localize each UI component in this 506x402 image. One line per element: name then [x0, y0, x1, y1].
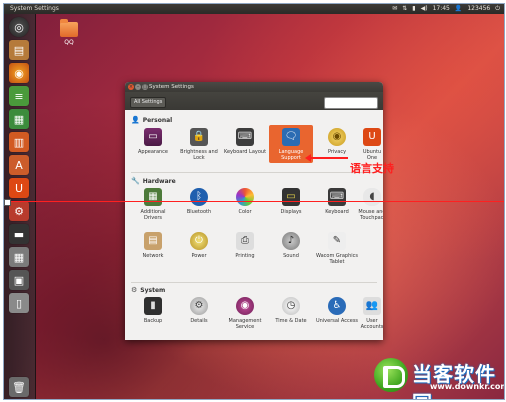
- item-additional-drivers[interactable]: ▦ Additional Drivers: [131, 188, 175, 221]
- wacom-tablet-icon: ✎: [328, 232, 346, 250]
- system-icon: ⚙: [131, 286, 138, 294]
- usb-drive-icon[interactable]: ▯: [9, 293, 29, 313]
- appearance-icon: ▭: [144, 128, 162, 146]
- red-guide-line: [4, 201, 504, 202]
- section-hardware-header: 🔧 Hardware: [131, 177, 176, 185]
- item-privacy[interactable]: ◉ Privacy: [315, 128, 359, 155]
- item-universal-access[interactable]: ♿ Universal Access: [315, 297, 359, 324]
- all-settings-button[interactable]: All Settings: [130, 97, 167, 108]
- item-keyboard-layout[interactable]: ⌨ Keyboard Layout: [223, 128, 267, 155]
- displays-icon: ▭: [282, 188, 300, 206]
- window-toolbar: All Settings: [125, 92, 383, 110]
- folder-icon: [60, 19, 78, 37]
- trash-icon[interactable]: 🗑: [9, 377, 29, 397]
- item-mouse-touchpad[interactable]: ◖ Mouse and Touchpad: [357, 188, 383, 221]
- item-printing[interactable]: ⎙ Printing: [223, 232, 267, 259]
- item-time-date[interactable]: ◷ Time & Date: [269, 297, 313, 324]
- wrench-icon: 🔧: [131, 177, 140, 185]
- software-center-icon[interactable]: A: [9, 155, 29, 175]
- keyboard-layout-icon: ⌨: [236, 128, 254, 146]
- network-icon[interactable]: ⇅: [402, 4, 407, 14]
- section-personal-header: 👤 Personal: [131, 116, 172, 124]
- item-brightness-lock[interactable]: 🔒 Brightness and Lock: [177, 128, 221, 161]
- launcher: ◎ ▤ ◉ ≡ ▦ ▥ A U ⚙ ▬ ▦ ▣ ▯ 🗑: [4, 14, 36, 399]
- accessibility-icon: ♿: [328, 297, 346, 315]
- item-ubuntu-one[interactable]: U Ubuntu One: [357, 128, 383, 161]
- username[interactable]: 123456: [467, 4, 490, 14]
- person-icon: 👤: [131, 116, 140, 124]
- window-titlebar[interactable]: × – □ System Settings: [125, 82, 383, 92]
- item-management-service[interactable]: ◉ Management Service: [223, 297, 267, 330]
- calc-icon[interactable]: ▦: [9, 109, 29, 129]
- desktop-screen: System Settings ✉ ⇅ ▮ ◀) 17:45 👤 123456 …: [3, 3, 505, 400]
- sound-icon: ♪: [282, 232, 300, 250]
- watermark-name: 当客软件园: [412, 362, 496, 399]
- minimize-icon[interactable]: –: [135, 84, 141, 90]
- keyboard-icon: ⌨: [328, 188, 346, 206]
- drivers-icon: ▦: [144, 188, 162, 206]
- dash-home-icon[interactable]: ◎: [9, 17, 29, 37]
- bluetooth-icon: ᛒ: [190, 188, 208, 206]
- close-icon[interactable]: ×: [128, 84, 134, 90]
- item-appearance[interactable]: ▭ Appearance: [131, 128, 175, 155]
- backup-icon: ▮: [144, 297, 162, 315]
- system-settings-icon[interactable]: ⚙: [9, 201, 29, 221]
- workspace-switcher-icon[interactable]: ▣: [9, 270, 29, 290]
- desktop-folder[interactable]: QQ: [58, 19, 80, 46]
- top-panel: System Settings ✉ ⇅ ▮ ◀) 17:45 👤 123456 …: [4, 4, 504, 14]
- clock[interactable]: 17:45: [433, 4, 450, 14]
- clock-icon: ◷: [282, 297, 300, 315]
- search-input[interactable]: [324, 97, 378, 109]
- lock-icon: 🔒: [190, 128, 208, 146]
- system-tray: ✉ ⇅ ▮ ◀) 17:45 👤 123456 ⏻: [392, 4, 500, 14]
- item-sound[interactable]: ♪ Sound: [269, 232, 313, 259]
- watermark: 当客软件园 www.downkr.com: [374, 356, 505, 399]
- item-wacom-tablet[interactable]: ✎ Wacom Graphics Tablet: [315, 232, 359, 265]
- files-icon[interactable]: ▤: [9, 40, 29, 60]
- network-icon: ▤: [144, 232, 162, 250]
- management-service-icon: ◉: [236, 297, 254, 315]
- power-icon: ⏻: [190, 232, 208, 250]
- item-network[interactable]: ▤ Network: [131, 232, 175, 259]
- power-icon[interactable]: ⏻: [495, 4, 500, 14]
- envelope-icon[interactable]: ✉: [392, 4, 397, 14]
- impress-icon[interactable]: ▥: [9, 132, 29, 152]
- watermark-logo-icon: [374, 358, 408, 392]
- ubuntu-one-icon[interactable]: U: [9, 178, 29, 198]
- annotation-arrow: [305, 154, 348, 162]
- printer-icon: ⎙: [236, 232, 254, 250]
- mouse-icon: ◖: [363, 188, 381, 206]
- color-icon: [236, 188, 254, 206]
- window-title: System Settings: [149, 84, 194, 90]
- privacy-icon: ◉: [328, 128, 346, 146]
- firefox-icon[interactable]: ◉: [9, 63, 29, 83]
- terminal-icon[interactable]: ▬: [9, 224, 29, 244]
- system-settings-window: × – □ System Settings All Settings 👤 Per…: [125, 82, 383, 340]
- watermark-url: www.downkr.com: [430, 382, 505, 391]
- crop-handle[interactable]: [4, 199, 11, 206]
- section-system-header: ⚙ System: [131, 286, 165, 294]
- item-power[interactable]: ⏻ Power: [177, 232, 221, 259]
- divider: [131, 172, 377, 173]
- item-details[interactable]: ⚙ Details: [177, 297, 221, 324]
- battery-icon[interactable]: ▮: [412, 4, 415, 14]
- section-system-label: System: [140, 286, 166, 294]
- users-icon: 👥: [363, 297, 381, 315]
- annotation-text: 语言支持: [350, 162, 394, 175]
- ubuntu-one-icon: U: [363, 128, 381, 146]
- calculator-icon[interactable]: ▦: [9, 247, 29, 267]
- maximize-icon[interactable]: □: [142, 84, 148, 90]
- writer-icon[interactable]: ≡: [9, 86, 29, 106]
- item-user-accounts[interactable]: 👥 User Accounts: [357, 297, 383, 330]
- gear-icon: ⚙: [190, 297, 208, 315]
- volume-icon[interactable]: ◀): [421, 4, 428, 14]
- active-app-title: System Settings: [10, 5, 59, 12]
- desktop-folder-label: QQ: [64, 39, 74, 46]
- user-icon[interactable]: 👤: [455, 4, 462, 14]
- item-backup[interactable]: ▮ Backup: [131, 297, 175, 324]
- language-icon: 🗨: [282, 128, 300, 146]
- section-personal-label: Personal: [142, 116, 173, 124]
- divider: [131, 282, 377, 283]
- section-hardware-label: Hardware: [142, 177, 176, 185]
